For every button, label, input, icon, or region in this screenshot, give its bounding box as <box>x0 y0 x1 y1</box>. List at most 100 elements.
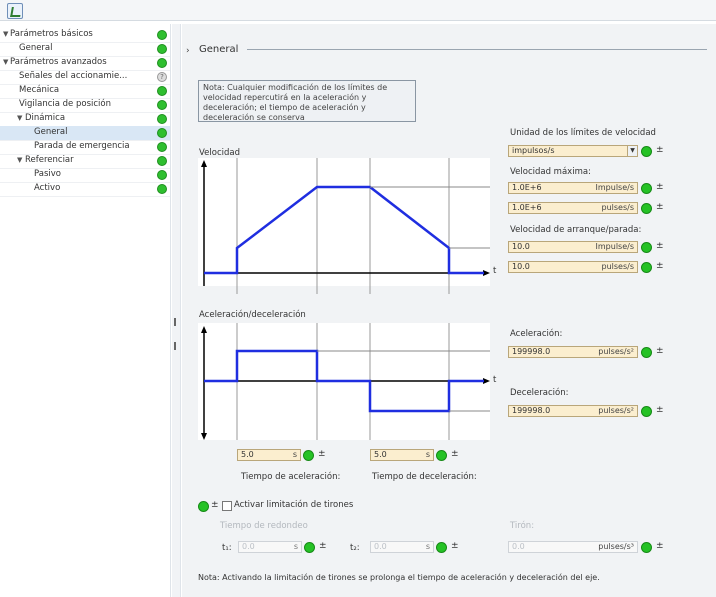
start-stop-velocity-unit: pulses/s <box>601 262 635 271</box>
accel-graph-svg <box>201 323 490 440</box>
start-stop-velocity-field-1[interactable]: 10.0 Impulse/s <box>508 241 638 253</box>
section-collapse-icon[interactable]: › <box>186 46 190 56</box>
decel-time-field[interactable]: 5.0 s <box>370 449 434 461</box>
plus-minus-icon[interactable]: ± <box>319 541 327 551</box>
tree-item-referenciar[interactable]: ▼ Referenciar <box>0 154 170 169</box>
velocity-graph <box>198 158 490 286</box>
jerk-limit-checkbox[interactable] <box>222 501 232 511</box>
plus-minus-icon[interactable]: ± <box>656 241 664 251</box>
status-unknown-icon: ? <box>157 72 167 82</box>
accel-field[interactable]: 199998.0 pulses/s² <box>508 346 638 358</box>
t1-unit: s <box>293 542 298 551</box>
expand-arrow-icon[interactable]: ▼ <box>17 114 22 122</box>
jerk-label: Tirón: <box>510 521 535 531</box>
chevron-down-icon[interactable]: ▼ <box>627 146 637 156</box>
note-velocity-limits: Nota: Cualquier modificación de los lími… <box>198 80 416 122</box>
max-velocity-field-2[interactable]: 1.0E+6 pulses/s <box>508 202 638 214</box>
t2-value: 0.0 <box>374 542 387 551</box>
check-config-icon[interactable] <box>7 3 23 19</box>
plus-minus-icon[interactable]: ± <box>656 541 664 551</box>
plus-minus-icon[interactable]: ± <box>451 449 459 459</box>
status-ok-icon <box>641 203 652 214</box>
accel-label: Aceleración: <box>510 329 563 339</box>
accel-value: 199998.0 <box>512 347 551 356</box>
tree-item-general-basic[interactable]: General <box>0 42 170 57</box>
velocity-unit-select[interactable]: impulsos/s ▼ <box>508 145 638 157</box>
status-ok-icon <box>198 501 209 512</box>
t1-value: 0.0 <box>242 542 255 551</box>
t2-field[interactable]: 0.0 s <box>370 541 434 553</box>
plus-minus-icon[interactable]: ± <box>656 145 664 155</box>
tree-item-label: Señales del accionamie... <box>19 71 128 81</box>
tree-item-label: Parámetros básicos <box>10 29 93 39</box>
tree-item-pasivo[interactable]: Pasivo <box>0 168 170 183</box>
status-ok-icon <box>641 542 652 553</box>
accel-unit: pulses/s² <box>598 347 634 356</box>
tree-item-vigilancia[interactable]: Vigilancia de posición <box>0 98 170 113</box>
toolbar <box>0 0 716 21</box>
plus-minus-icon[interactable]: ± <box>656 346 664 356</box>
status-ok-icon <box>157 142 167 152</box>
expand-arrow-icon[interactable]: ▼ <box>3 30 8 38</box>
status-ok-icon <box>157 30 167 40</box>
status-ok-icon <box>157 86 167 96</box>
max-velocity-value: 1.0E+6 <box>512 203 542 212</box>
note-jerk: Nota: Activando la limitación de tirones… <box>198 573 600 582</box>
status-ok-icon <box>157 100 167 110</box>
decel-unit: pulses/s² <box>598 406 634 415</box>
status-ok-icon <box>157 44 167 54</box>
status-ok-icon <box>641 406 652 417</box>
plus-minus-icon[interactable]: ± <box>451 541 459 551</box>
tree-item-senales[interactable]: Señales del accionamie... ? <box>0 70 170 85</box>
tree-item-label: Referenciar <box>25 155 74 165</box>
plus-minus-icon[interactable]: ± <box>656 261 664 271</box>
tree-item-label: Activo <box>34 183 61 193</box>
tree-item-label: Parámetros avanzados <box>10 57 107 67</box>
t1-label: t₁: <box>222 543 232 553</box>
tree-item-dinamica[interactable]: ▼ Dinámica <box>0 112 170 127</box>
status-ok-icon <box>641 262 652 273</box>
velocity-graph-label: Velocidad <box>199 148 240 158</box>
status-ok-icon <box>157 114 167 124</box>
t1-field[interactable]: 0.0 s <box>238 541 302 553</box>
tree-item-general-dinamica[interactable]: General <box>0 126 170 141</box>
velocity-unit-label: Unidad de los límites de velocidad <box>510 128 656 138</box>
accel-time-unit: s <box>292 450 297 459</box>
start-stop-velocity-field-2[interactable]: 10.0 pulses/s <box>508 261 638 273</box>
decel-field[interactable]: 199998.0 pulses/s² <box>508 405 638 417</box>
tree-item-label: Pasivo <box>34 169 61 179</box>
tree-item-activo[interactable]: Activo <box>0 182 170 197</box>
expand-arrow-icon[interactable]: ▼ <box>17 156 22 164</box>
velocity-t-axis-label: t <box>493 266 497 276</box>
max-velocity-field-1[interactable]: 1.0E+6 Impulse/s <box>508 182 638 194</box>
status-ok-icon <box>157 184 167 194</box>
accel-t-axis-label: t <box>493 375 497 385</box>
tree-item-parametros-avanzados[interactable]: ▼ Parámetros avanzados <box>0 56 170 71</box>
expand-arrow-icon[interactable]: ▼ <box>3 58 8 66</box>
t2-unit: s <box>425 542 430 551</box>
splitter-grip-icon[interactable] <box>174 342 176 350</box>
accel-graph-label: Aceleración/deceleración <box>199 310 306 320</box>
jerk-field[interactable]: 0.0 pulses/s³ <box>508 541 638 553</box>
splitter[interactable] <box>172 24 181 597</box>
splitter-grip-icon[interactable] <box>174 318 176 326</box>
tree-item-parametros-basicos[interactable]: ▼ Parámetros básicos <box>0 28 170 43</box>
status-ok-icon <box>641 347 652 358</box>
plus-minus-icon[interactable]: ± <box>656 202 664 212</box>
status-ok-icon <box>157 58 167 68</box>
start-stop-velocity-value: 10.0 <box>512 262 530 271</box>
plus-minus-icon[interactable]: ± <box>656 182 664 192</box>
status-ok-icon <box>157 156 167 166</box>
tree-item-mecanica[interactable]: Mecánica <box>0 84 170 99</box>
accel-time-field[interactable]: 5.0 s <box>237 449 301 461</box>
plus-minus-icon[interactable]: ± <box>656 405 664 415</box>
plus-minus-icon[interactable]: ± <box>318 449 326 459</box>
tree-item-label: Dinámica <box>25 113 66 123</box>
tree-item-label: Mecánica <box>19 85 60 95</box>
max-velocity-unit: pulses/s <box>601 203 635 212</box>
plus-minus-icon[interactable]: ± <box>211 500 219 510</box>
decel-time-value: 5.0 <box>374 450 387 459</box>
tree-item-parada-emergencia[interactable]: Parada de emergencia <box>0 140 170 155</box>
jerk-unit: pulses/s³ <box>598 542 634 551</box>
status-ok-icon <box>304 542 315 553</box>
